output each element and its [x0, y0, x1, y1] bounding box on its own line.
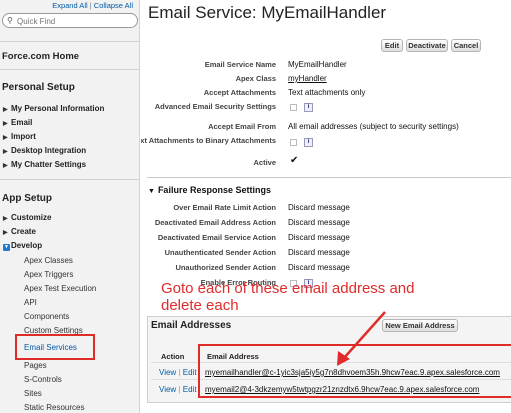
page-title: Email Service: MyEmailHandler — [148, 3, 387, 22]
field-value: MyEmailHandler — [288, 60, 347, 69]
expand-triangle-icon: ▶ — [3, 230, 8, 236]
sidebar-link-s-controls[interactable]: S-Controls — [24, 375, 62, 384]
expand-triangle-icon: ▶ — [3, 163, 8, 169]
field-value: Discard message — [288, 263, 350, 272]
search-icon: ⚲ — [7, 16, 13, 25]
field-label: Over Email Rate Limit Action — [173, 203, 276, 212]
new-email-address-button[interactable]: New Email Address — [382, 319, 458, 332]
personal-setup-heading: Personal Setup — [2, 82, 75, 93]
sidebar-link-apex-triggers[interactable]: Apex Triggers — [24, 270, 73, 279]
separator: | — [89, 1, 92, 10]
view-link[interactable]: View — [159, 368, 176, 377]
sidebar-item-develop[interactable]: ▼ Develop — [3, 241, 42, 251]
force-com-home-link[interactable]: Force.com Home — [2, 51, 79, 62]
collapse-triangle-icon: ▼ — [3, 244, 10, 251]
divider — [147, 177, 511, 178]
quick-find-box[interactable]: ⚲ — [2, 13, 138, 28]
row-actions: View | Edit — [159, 368, 197, 377]
info-icon[interactable]: i — [304, 103, 313, 112]
sidebar-item-my-personal-information[interactable]: ▶ My Personal Information — [3, 104, 104, 113]
expand-triangle-icon: ▶ — [3, 107, 8, 113]
apex-class-link[interactable]: myHandler — [288, 74, 327, 83]
sidebar-link-pages[interactable]: Pages — [24, 361, 47, 370]
sidebar-link-apex-classes[interactable]: Apex Classes — [24, 256, 73, 265]
separator: | — [178, 368, 181, 377]
divider — [0, 179, 139, 180]
edit-link[interactable]: Edit — [183, 368, 197, 377]
edit-button[interactable]: Edit — [381, 39, 403, 52]
sidebar-item-label: Create — [11, 227, 36, 236]
quick-find-input[interactable] — [17, 16, 132, 26]
main-content: Email Service: MyEmailHandler Edit Deact… — [141, 0, 511, 413]
field-label: Deactivated Email Address Action — [154, 218, 276, 227]
sidebar-item-email[interactable]: ▶ Email — [3, 118, 32, 127]
field-label: Convert Text Attachments to Binary Attac… — [141, 136, 276, 145]
edit-link[interactable]: Edit — [183, 385, 197, 394]
sidebar-item-label: My Chatter Settings — [11, 160, 87, 169]
sidebar-item-desktop-integration[interactable]: ▶ Desktop Integration — [3, 146, 86, 155]
sidebar-link-apex-test-execution[interactable]: Apex Test Execution — [24, 284, 96, 293]
separator: | — [178, 385, 181, 394]
column-header-action: Action — [161, 352, 185, 361]
divider — [0, 41, 139, 42]
setup-sidebar: Expand All | Collapse All ⚲ Force.com Ho… — [0, 0, 140, 413]
advanced-security-checkbox — [290, 104, 297, 111]
email-addresses-title: Email Addresses — [151, 320, 232, 331]
field-label: Advanced Email Security Settings — [154, 102, 276, 111]
expand-collapse-bar: Expand All | Collapse All — [0, 0, 139, 11]
expand-all-link[interactable]: Expand All — [52, 1, 87, 10]
app-setup-heading: App Setup — [2, 193, 52, 204]
sidebar-item-create[interactable]: ▶ Create — [3, 227, 36, 236]
sidebar-item-import[interactable]: ▶ Import — [3, 132, 36, 141]
annotation-highlight-box — [198, 344, 511, 398]
sidebar-item-label: My Personal Information — [11, 104, 105, 113]
field-label: Active — [253, 158, 276, 167]
field-value: Discard message — [288, 218, 350, 227]
expand-triangle-icon: ▶ — [3, 121, 8, 127]
expand-triangle-icon: ▶ — [3, 135, 8, 141]
checkmark-icon: ✔ — [290, 155, 299, 166]
view-link[interactable]: View — [159, 385, 176, 394]
annotation-highlight-box — [15, 334, 95, 360]
sidebar-link-api[interactable]: API — [24, 298, 37, 307]
annotation-text: Goto each of these email address and del… — [161, 280, 415, 314]
info-icon[interactable]: i — [304, 138, 313, 147]
row-actions: View | Edit — [159, 385, 197, 394]
sidebar-item-label: Desktop Integration — [11, 146, 87, 155]
sidebar-item-label: Develop — [11, 241, 43, 250]
convert-attachments-checkbox — [290, 139, 297, 146]
field-label: Deactivated Email Service Action — [157, 233, 276, 242]
sidebar-item-label: Import — [11, 132, 36, 141]
cancel-button[interactable]: Cancel — [451, 39, 481, 52]
sidebar-link-sites[interactable]: Sites — [24, 389, 42, 398]
expand-triangle-icon: ▶ — [3, 149, 8, 155]
field-value: Text attachments only — [288, 88, 366, 97]
sidebar-item-label: Customize — [11, 213, 52, 222]
collapse-all-link[interactable]: Collapse All — [94, 1, 133, 10]
sidebar-link-static-resources[interactable]: Static Resources — [24, 403, 84, 412]
section-title: Failure Response Settings — [157, 185, 271, 195]
expand-triangle-icon: ▶ — [3, 216, 8, 222]
field-value: All email addresses (subject to security… — [288, 122, 459, 131]
field-label: Accept Attachments — [203, 88, 276, 97]
field-label: Unauthorized Sender Action — [175, 263, 276, 272]
sidebar-item-customize[interactable]: ▶ Customize — [3, 213, 51, 222]
sidebar-link-components[interactable]: Components — [24, 312, 69, 321]
failure-response-section-header[interactable]: ▼ Failure Response Settings — [148, 185, 271, 195]
divider — [0, 69, 139, 70]
field-value: Discard message — [288, 248, 350, 257]
field-value: Discard message — [288, 203, 350, 212]
collapse-triangle-icon: ▼ — [148, 188, 155, 195]
field-label: Unauthenticated Sender Action — [164, 248, 276, 257]
sidebar-item-label: Email — [11, 118, 33, 127]
field-label: Email Service Name — [204, 60, 276, 69]
field-label: Apex Class — [235, 74, 276, 83]
field-value: Discard message — [288, 233, 350, 242]
field-label: Accept Email From — [208, 122, 276, 131]
deactivate-button[interactable]: Deactivate — [406, 39, 448, 52]
sidebar-item-my-chatter-settings[interactable]: ▶ My Chatter Settings — [3, 160, 86, 169]
